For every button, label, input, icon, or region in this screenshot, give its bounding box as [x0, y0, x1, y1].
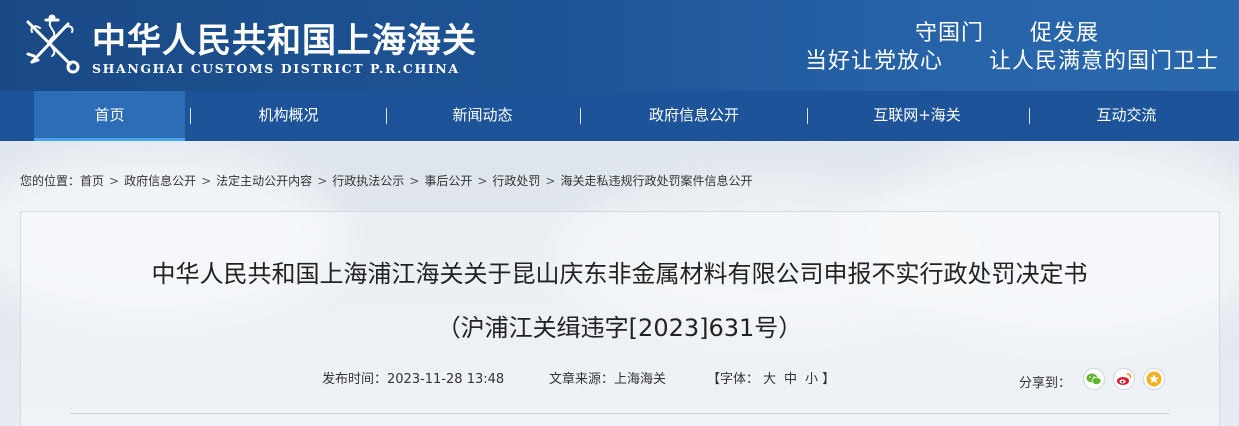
breadcrumb: 您的位置：首页 > 政府信息公开 > 法定主动公开内容 > 行政执法公示 > 事后公开 > 行政处罚… — [20, 172, 753, 189]
breadcrumb-item-penalty[interactable]: 行政处罚 — [492, 174, 540, 188]
font-size-label: 【字体： — [707, 372, 760, 387]
nav-separator — [386, 108, 387, 124]
article-title-line-1: 中华人民共和国上海浦江海关关于昆山庆东非金属材料有限公司申报不实行政处罚决定书 — [151, 260, 1088, 288]
breadcrumb-item-home[interactable]: 首页 — [80, 174, 104, 188]
publish-time: 2023-11-28 13:48 — [387, 372, 505, 387]
customs-emblem-icon — [26, 14, 80, 74]
breadcrumb-arrow: > — [545, 174, 556, 188]
breadcrumb-arrow: > — [409, 174, 420, 188]
article-divider — [70, 413, 1169, 414]
publish-info: 发布时间：2023-11-28 13:48 — [322, 368, 504, 387]
breadcrumb-prefix: 您的位置： — [20, 174, 81, 188]
site-name-english: SHANGHAI CUSTOMS DISTRICT P.R.CHINA — [92, 61, 460, 76]
breadcrumb-item-post-disclosure[interactable]: 事后公开 — [424, 174, 472, 188]
source-info: 文章来源：上海海关 — [549, 368, 666, 387]
font-size-label-close: 】 — [822, 372, 836, 387]
nav-item-internet-plus[interactable]: 互联网+海关 — [834, 91, 1000, 141]
nav-item-interaction[interactable]: 互动交流 — [1051, 91, 1202, 141]
font-size-medium-button[interactable]: 中 — [784, 372, 797, 387]
font-size-small-button[interactable]: 小 — [805, 372, 818, 387]
site-name[interactable]: 中华人民共和国上海海关 — [92, 13, 477, 62]
nav-separator — [807, 108, 808, 124]
article-title-line-2: （沪浦江关缉违字[2023]631号） — [436, 314, 803, 342]
nav-item-about[interactable]: 机构概况 — [213, 91, 364, 141]
publish-label: 发布时间： — [322, 372, 388, 387]
favorite-star-icon — [1146, 371, 1162, 387]
breadcrumb-item-smuggling-cases[interactable]: 海关走私违规行政处罚案件信息公开 — [560, 174, 752, 188]
breadcrumb-arrow: > — [477, 174, 488, 188]
breadcrumb-item-enforcement[interactable]: 行政执法公示 — [332, 174, 404, 188]
breadcrumb-arrow: > — [201, 174, 212, 188]
font-size-large-button[interactable]: 大 — [763, 372, 776, 387]
nav-item-home[interactable]: 首页 — [34, 91, 185, 141]
breadcrumb-arrow: > — [317, 174, 328, 188]
share-favorite-button[interactable] — [1143, 368, 1165, 390]
share-weibo-button[interactable] — [1113, 368, 1135, 390]
nav-separator — [580, 108, 581, 124]
nav-item-news[interactable]: 新闻动态 — [407, 91, 558, 141]
share-wechat-button[interactable] — [1083, 368, 1105, 390]
breadcrumb-item-gov-info[interactable]: 政府信息公开 — [124, 174, 196, 188]
nav-separator — [1029, 108, 1030, 124]
share-label: 分享到： — [1019, 376, 1072, 391]
nav-item-gov-info[interactable]: 政府信息公开 — [611, 91, 777, 141]
weibo-icon — [1117, 373, 1132, 385]
font-size-control: 【字体：大中小】 — [707, 368, 835, 387]
site-header: 中华人民共和国上海海关 SHANGHAI CUSTOMS DISTRICT P.… — [0, 0, 1239, 91]
breadcrumb-arrow: > — [109, 174, 120, 188]
source-label: 文章来源： — [549, 372, 615, 387]
nav-separator — [190, 108, 191, 124]
source-value: 上海海关 — [614, 372, 667, 387]
main-nav: 首页 机构概况 新闻动态 政府信息公开 互联网+海关 互动交流 — [0, 91, 1239, 141]
breadcrumb-item-statutory[interactable]: 法定主动公开内容 — [216, 174, 312, 188]
wechat-icon — [1086, 373, 1102, 385]
slogan-line-2: 当好让党放心 让人民满意的国门卫士 — [804, 49, 1219, 74]
